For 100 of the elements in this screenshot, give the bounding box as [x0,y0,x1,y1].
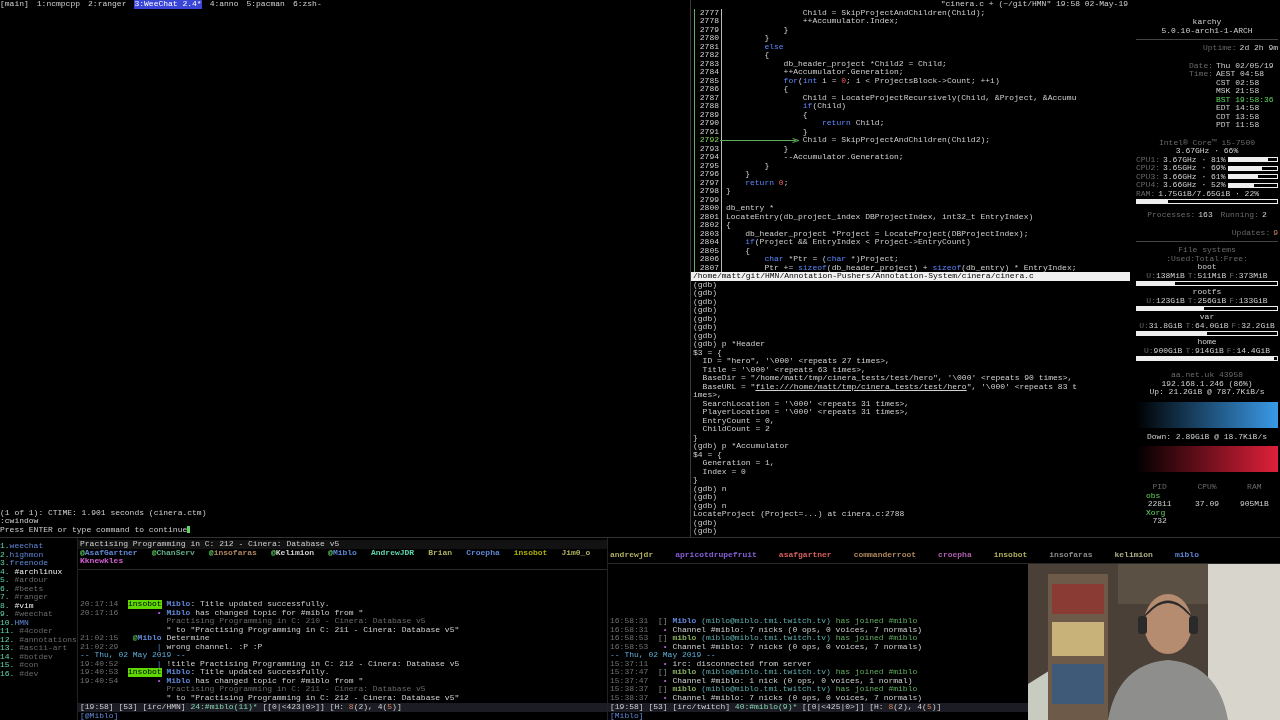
code-line: --Accumulator.Generation; [782,153,904,162]
nick: andrewjdr [610,551,654,560]
message-text: !title Practising Programming in C: 212 - Cinera: Database v5 [166,659,461,668]
session-name: [main] [0,0,29,9]
code-line: { [763,51,770,60]
buffer-item[interactable]: 12. #annotations [0,635,77,644]
stat-label: U: [1146,296,1156,305]
message-prefix: | [156,659,162,668]
stat-value: 256GiB [1197,296,1227,305]
message-time: 19:40:53 [80,668,120,677]
stat-value: 138MiB [1155,271,1185,280]
window-tab[interactable]: 5:pacman [246,0,285,9]
message-time: 20:17:14 [80,600,120,609]
buffer-item[interactable]: 5. #ardour [0,576,77,585]
code-line: else [763,42,784,51]
ip-address: 192.168.1.246 (86%) [1160,379,1253,388]
code-line: for(int i = 0; i < ProjectsBlock->Count; ++i) [782,76,1000,85]
stat-value: 914GiB [1195,346,1224,355]
input-prompt: [Miblo] [609,711,645,720]
line-number: 2801 [695,212,722,221]
cpu-label: CPU3: [1136,172,1160,181]
cpu-reading: 3.65GHz · 69% [1163,164,1226,173]
column-header: RAM [1246,483,1263,492]
table-cell-text: 22811 [1146,500,1173,509]
buffer-item[interactable]: 6. #beets [0,584,77,593]
running-label: Running: [1219,211,1259,220]
gdb-line: (gdb) [692,527,718,536]
process-name: Xorg [1145,508,1167,517]
host-name: karchy [1192,18,1222,26]
buffer-item[interactable]: 3.freenode [0,559,77,568]
code-line: } [782,25,789,34]
gdb-line: (gdb) [692,323,718,331]
gdb-line: LocateProject (Project=...) at cinera.c:2788 [692,510,906,519]
code-line: { [782,85,789,94]
buffer-item[interactable]: 13. #ascii-art [0,644,77,653]
message-prefix: • [662,642,668,651]
buffer-item[interactable]: 14. #botdev [0,652,77,661]
stat-label: F: [1229,296,1239,305]
buffer-item[interactable]: 1.weechat [0,542,77,551]
gdb-line: (gdb) [692,518,717,527]
clock-time: AEST 04:58 [1216,70,1265,79]
line-number: 2798 [695,187,722,196]
message-time: 16:58:31 [610,617,650,626]
buffer-item[interactable]: 10.HMN [0,618,77,627]
window-tab[interactable]: 6:zsh- [292,0,322,9]
line-number: 2786 [695,85,722,94]
buffer-item[interactable]: 2.highmon [0,550,77,559]
clock-time: CST 02:58 [1216,78,1261,87]
gdb-line: (gdb) [692,331,718,340]
buffer-item[interactable]: 9. #weechat [0,610,77,619]
buffer-item[interactable]: 4. #archlinux [0,567,77,576]
filesystem-name: home [1196,338,1218,347]
message-time: 21:02:15 [80,634,120,643]
filesystem-name: rootfs [1191,288,1223,297]
download-reading: Down: 2.89GiB @ 18.7KiB/s [1146,432,1268,441]
stat-label: F: [1231,321,1242,330]
window-tab[interactable]: 4:anno [209,0,239,9]
code-line: ++Accumulator.Generation; [782,68,904,77]
nick: insofaras [1049,551,1093,560]
message-time: 15:37:11 [610,659,650,668]
window-tab[interactable]: 3:WeeChat 2.4* [134,0,202,9]
stat-label: F: [1229,271,1239,280]
buffer-item[interactable]: 15. #con [0,661,77,670]
cpu-summary: 3.67GHz · 66% [1174,147,1240,156]
nick: Brian [428,548,453,557]
message-text: Channel #miblo: 7 nicks (0 ops, 0 voices, 7 normals) [672,693,924,702]
message-time: 16:58:53 [610,642,650,651]
code-line: { [725,221,731,230]
buffer-item[interactable]: 11. #4coder [0,627,77,636]
stat-label: T: [1185,321,1195,330]
stat-value: 123GiB [1155,296,1185,305]
line-number: 2777 [695,8,722,17]
day-separator: -- Thu, 02 May 2019 -- [610,651,717,659]
filesystem-name: var [1198,313,1216,322]
buffer-item[interactable]: 8. #vim [0,601,77,610]
processes-label: Processes: [1147,211,1196,220]
stat-value: 900GiB [1153,346,1183,355]
code-line: return Child; [821,119,885,128]
gdb-line: (gdb) [692,493,718,501]
cpu-reading: 3.66GHz · 61% [1163,172,1226,181]
nick: @ChanServ [151,548,195,557]
table-cell-text: 905MiB [1238,500,1270,509]
message-prefix: • [662,676,668,685]
window-tab[interactable]: 1:ncmpcpp [36,0,81,9]
updates-value: 9 [1273,228,1278,237]
gdb-line: imes>, [692,391,723,400]
file-link[interactable]: file:///home/matt/tmp/cinera_tests/test/hero [755,381,967,391]
ram-label: RAM: [1136,189,1156,198]
line-number: 2787 [695,93,722,102]
buffer-item[interactable]: 16. #dev [0,669,77,678]
message-prefix: @Miblo [132,634,162,643]
stat-value: 14.4GiB [1236,346,1271,355]
window-tab[interactable]: 2:ranger [88,0,127,9]
section-subtitle: :Used:Total:Free: [1165,254,1249,263]
nick: kelimion [1114,551,1153,560]
message-prefix: • [156,676,162,685]
gdb-line: (gdb) [692,297,718,306]
column-header: PID [1151,483,1168,492]
gdb-line: (gdb) [692,289,718,297]
buffer-item[interactable]: 7. #ranger [0,593,77,602]
